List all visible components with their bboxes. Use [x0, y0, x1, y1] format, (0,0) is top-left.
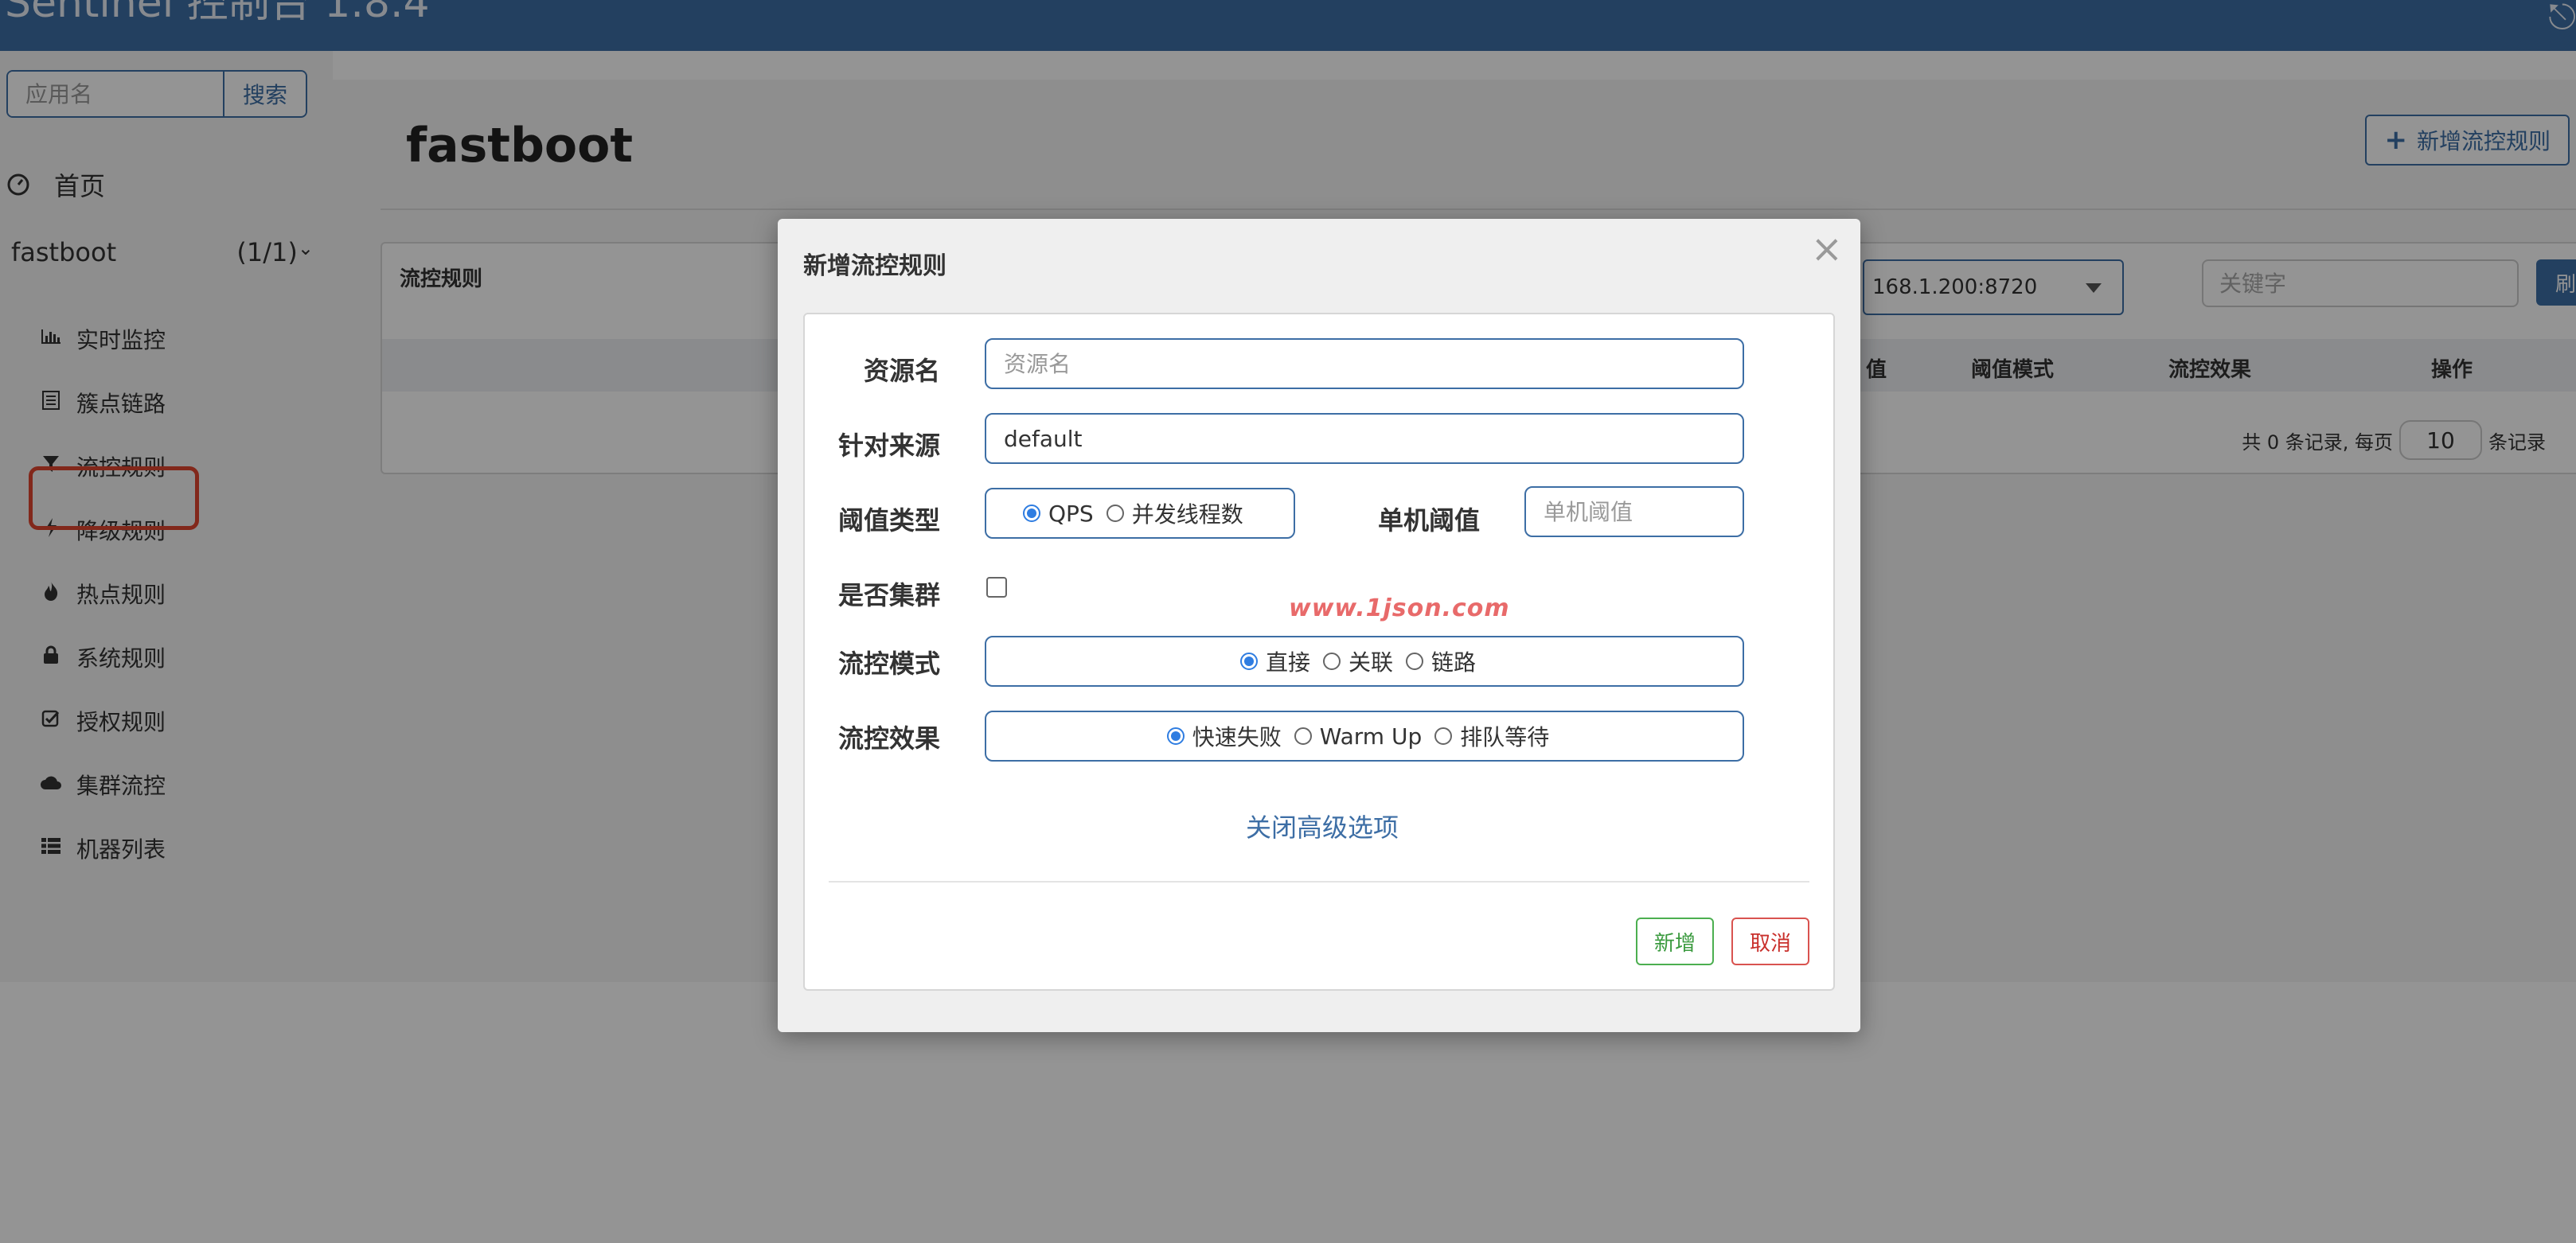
radio-label: 链路	[1431, 649, 1477, 676]
origin-label: 针对来源	[838, 431, 941, 461]
threshold-input[interactable]	[1524, 486, 1744, 537]
threshold-label: 单机阈值	[1378, 505, 1481, 536]
close-icon[interactable]: ×	[1811, 230, 1843, 268]
threshold-type-group: QPS 并发线程数	[985, 488, 1295, 539]
radio-label: Warm Up	[1319, 723, 1423, 750]
threshold-type-thread-radio[interactable]: 并发线程数	[1106, 497, 1243, 529]
radio-dot	[1166, 727, 1185, 745]
mode-direct-radio[interactable]: 直接	[1239, 645, 1310, 677]
resource-label: 资源名	[864, 356, 941, 386]
mode-relate-radio[interactable]: 关联	[1322, 645, 1393, 677]
cancel-button[interactable]: 取消	[1731, 918, 1809, 965]
form-divider	[829, 881, 1809, 883]
submit-button[interactable]: 新增	[1636, 918, 1714, 965]
radio-label: 排队等待	[1460, 724, 1550, 750]
effect-warm-up-radio[interactable]: Warm Up	[1294, 723, 1423, 750]
effect-fast-fail-radio[interactable]: 快速失败	[1166, 720, 1282, 752]
effect-group: 快速失败 Warm Up 排队等待	[985, 711, 1744, 762]
toggle-advanced-link[interactable]: 关闭高级选项	[1246, 808, 1399, 844]
radio-dot	[1239, 653, 1258, 670]
radio-label: 并发线程数	[1131, 501, 1243, 528]
cluster-label: 是否集群	[838, 580, 941, 610]
radio-dot	[1406, 653, 1423, 670]
radio-label: 直接	[1265, 649, 1310, 676]
radio-dot	[1106, 505, 1124, 522]
origin-input[interactable]	[985, 413, 1744, 464]
watermark: www.1json.com	[1289, 594, 1510, 622]
radio-label: QPS	[1048, 500, 1094, 527]
threshold-type-label: 阈值类型	[838, 505, 941, 536]
effect-label: 流控效果	[838, 723, 941, 754]
radio-label: 关联	[1348, 649, 1393, 676]
radio-dot	[1294, 727, 1312, 745]
modal-title: 新增流控规则	[803, 252, 946, 280]
mode-label: 流控模式	[838, 649, 941, 679]
radio-dot	[1023, 505, 1040, 522]
cluster-checkbox[interactable]	[986, 577, 1007, 598]
threshold-type-qps-radio[interactable]: QPS	[1023, 501, 1094, 527]
radio-dot	[1322, 653, 1341, 670]
resource-input[interactable]	[985, 338, 1744, 389]
mode-group: 直接 关联 链路	[985, 636, 1744, 687]
radio-dot	[1434, 727, 1453, 745]
rule-form: 资源名 针对来源 阈值类型 QPS 并发线程数 单机阈值 是否集群 www.1j…	[803, 313, 1835, 991]
add-flow-rule-modal: 新增流控规则 × 资源名 针对来源 阈值类型 QPS 并发线程数 单机阈值 是否…	[778, 219, 1860, 1032]
radio-label: 快速失败	[1192, 724, 1282, 750]
effect-queue-radio[interactable]: 排队等待	[1434, 720, 1549, 752]
mode-chain-radio[interactable]: 链路	[1406, 645, 1476, 677]
